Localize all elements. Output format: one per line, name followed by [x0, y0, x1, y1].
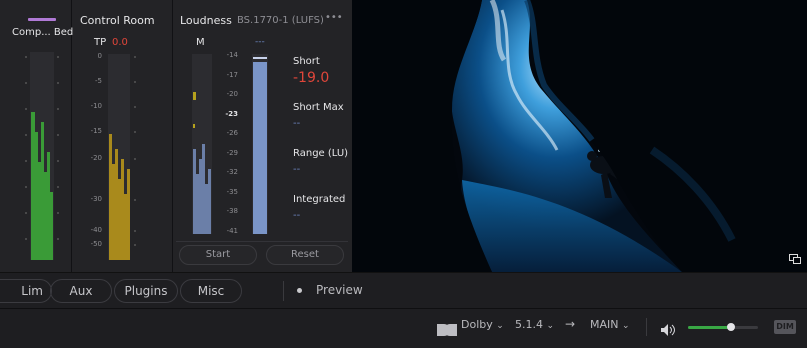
main-dropdown[interactable]: MAIN ⌄ [590, 318, 630, 331]
tick-label: -10 [90, 102, 102, 110]
fullscreen-icon[interactable] [789, 249, 801, 264]
bus-tab-bar: Lim Aux Plugins Misc Preview [0, 272, 807, 309]
scale-label: -35 [226, 188, 238, 196]
comp-bed-label: Comp... Bed [12, 27, 74, 38]
tick-label: -30 [90, 195, 102, 203]
loudness-standard[interactable]: BS.1770-1 (LUFS) [237, 15, 324, 26]
scale-label-target: -23 [225, 110, 238, 118]
scale-label: -17 [226, 71, 238, 79]
tick-label: -15 [90, 127, 102, 135]
volume-slider-track[interactable] [688, 323, 758, 331]
dolby-dropdown[interactable]: Dolby ⌄ [461, 318, 504, 331]
integrated-value: -- [293, 210, 301, 221]
tick-label: 0 [97, 52, 102, 60]
tick-label: -20 [90, 154, 102, 162]
m-label: M [196, 37, 205, 48]
volume-slider-fill [688, 326, 732, 329]
format-label: 5.1.4 [515, 318, 543, 331]
chevron-down-icon: ⌄ [546, 321, 555, 331]
short-term-fill [253, 62, 267, 234]
short-term-peak [253, 57, 267, 59]
chevron-down-icon: ⌄ [496, 321, 504, 331]
tick-label: -50 [90, 240, 102, 248]
tab-plugins[interactable]: Plugins [114, 279, 178, 303]
comp-meter-bars [31, 112, 53, 260]
scale-label: -29 [226, 149, 238, 157]
bottom-status-bar: Dolby ⌄ 5.1.4 ⌄ → MAIN ⌄ DIM [0, 308, 807, 348]
tab-lim[interactable]: Lim [0, 279, 52, 303]
route-arrow-icon: → [565, 317, 576, 331]
loudness-title: Loudness [180, 14, 232, 27]
main-label: MAIN [590, 318, 619, 331]
comp-meter [30, 52, 54, 260]
scale-label: -38 [226, 207, 238, 215]
m-dash: --- [255, 37, 265, 47]
momentary-meter [192, 54, 212, 234]
video-viewer[interactable] [352, 0, 807, 272]
short-label: Short [293, 56, 320, 67]
underwater-cave-image [352, 0, 807, 272]
tick-label: -5 [95, 77, 102, 85]
tick-label: -40 [90, 226, 102, 234]
momentary-meter-bars [193, 92, 211, 234]
short-term-meter [252, 54, 268, 234]
divider [176, 241, 348, 242]
speaker-icon[interactable] [661, 321, 677, 336]
track-color-bar [28, 18, 56, 21]
scale-label: -32 [226, 168, 238, 176]
control-room-title: Control Room [80, 14, 155, 27]
start-button[interactable]: Start [179, 245, 257, 265]
reset-button[interactable]: Reset [266, 245, 344, 265]
range-value: -- [293, 164, 301, 175]
meters-panel: Comp... Bed Control Room TP 0.0 0 -5 -10… [0, 0, 352, 272]
scale-label: -20 [226, 90, 238, 98]
integrated-label: Integrated [293, 194, 346, 205]
volume-slider-handle[interactable] [727, 323, 736, 331]
short-max-value: -- [293, 118, 301, 129]
format-dropdown[interactable]: 5.1.4 ⌄ [515, 318, 554, 331]
tp-label: TP [94, 37, 107, 48]
scale-label: -41 [226, 227, 238, 235]
dim-button[interactable]: DIM [774, 320, 796, 334]
loudness-menu-button[interactable]: ••• [325, 12, 343, 23]
short-value: -19.0 [293, 70, 330, 86]
tab-misc[interactable]: Misc [180, 279, 242, 303]
short-max-label: Short Max [293, 102, 344, 113]
preview-dot-icon[interactable] [297, 288, 302, 293]
scale-label: -26 [226, 129, 238, 137]
divider [172, 0, 173, 272]
dolby-icon [437, 321, 457, 336]
tp-value: 0.0 [112, 37, 128, 48]
divider [71, 0, 72, 272]
preview-label[interactable]: Preview [316, 283, 363, 297]
control-room-meter-bars [109, 134, 130, 260]
chevron-down-icon: ⌄ [622, 321, 630, 331]
dolby-label: Dolby [461, 318, 493, 331]
control-room-meter [108, 54, 130, 260]
divider [646, 318, 647, 336]
scale-label: -14 [226, 51, 238, 59]
range-label: Range (LU) [293, 148, 349, 159]
divider [283, 281, 284, 301]
tab-aux[interactable]: Aux [50, 279, 112, 303]
